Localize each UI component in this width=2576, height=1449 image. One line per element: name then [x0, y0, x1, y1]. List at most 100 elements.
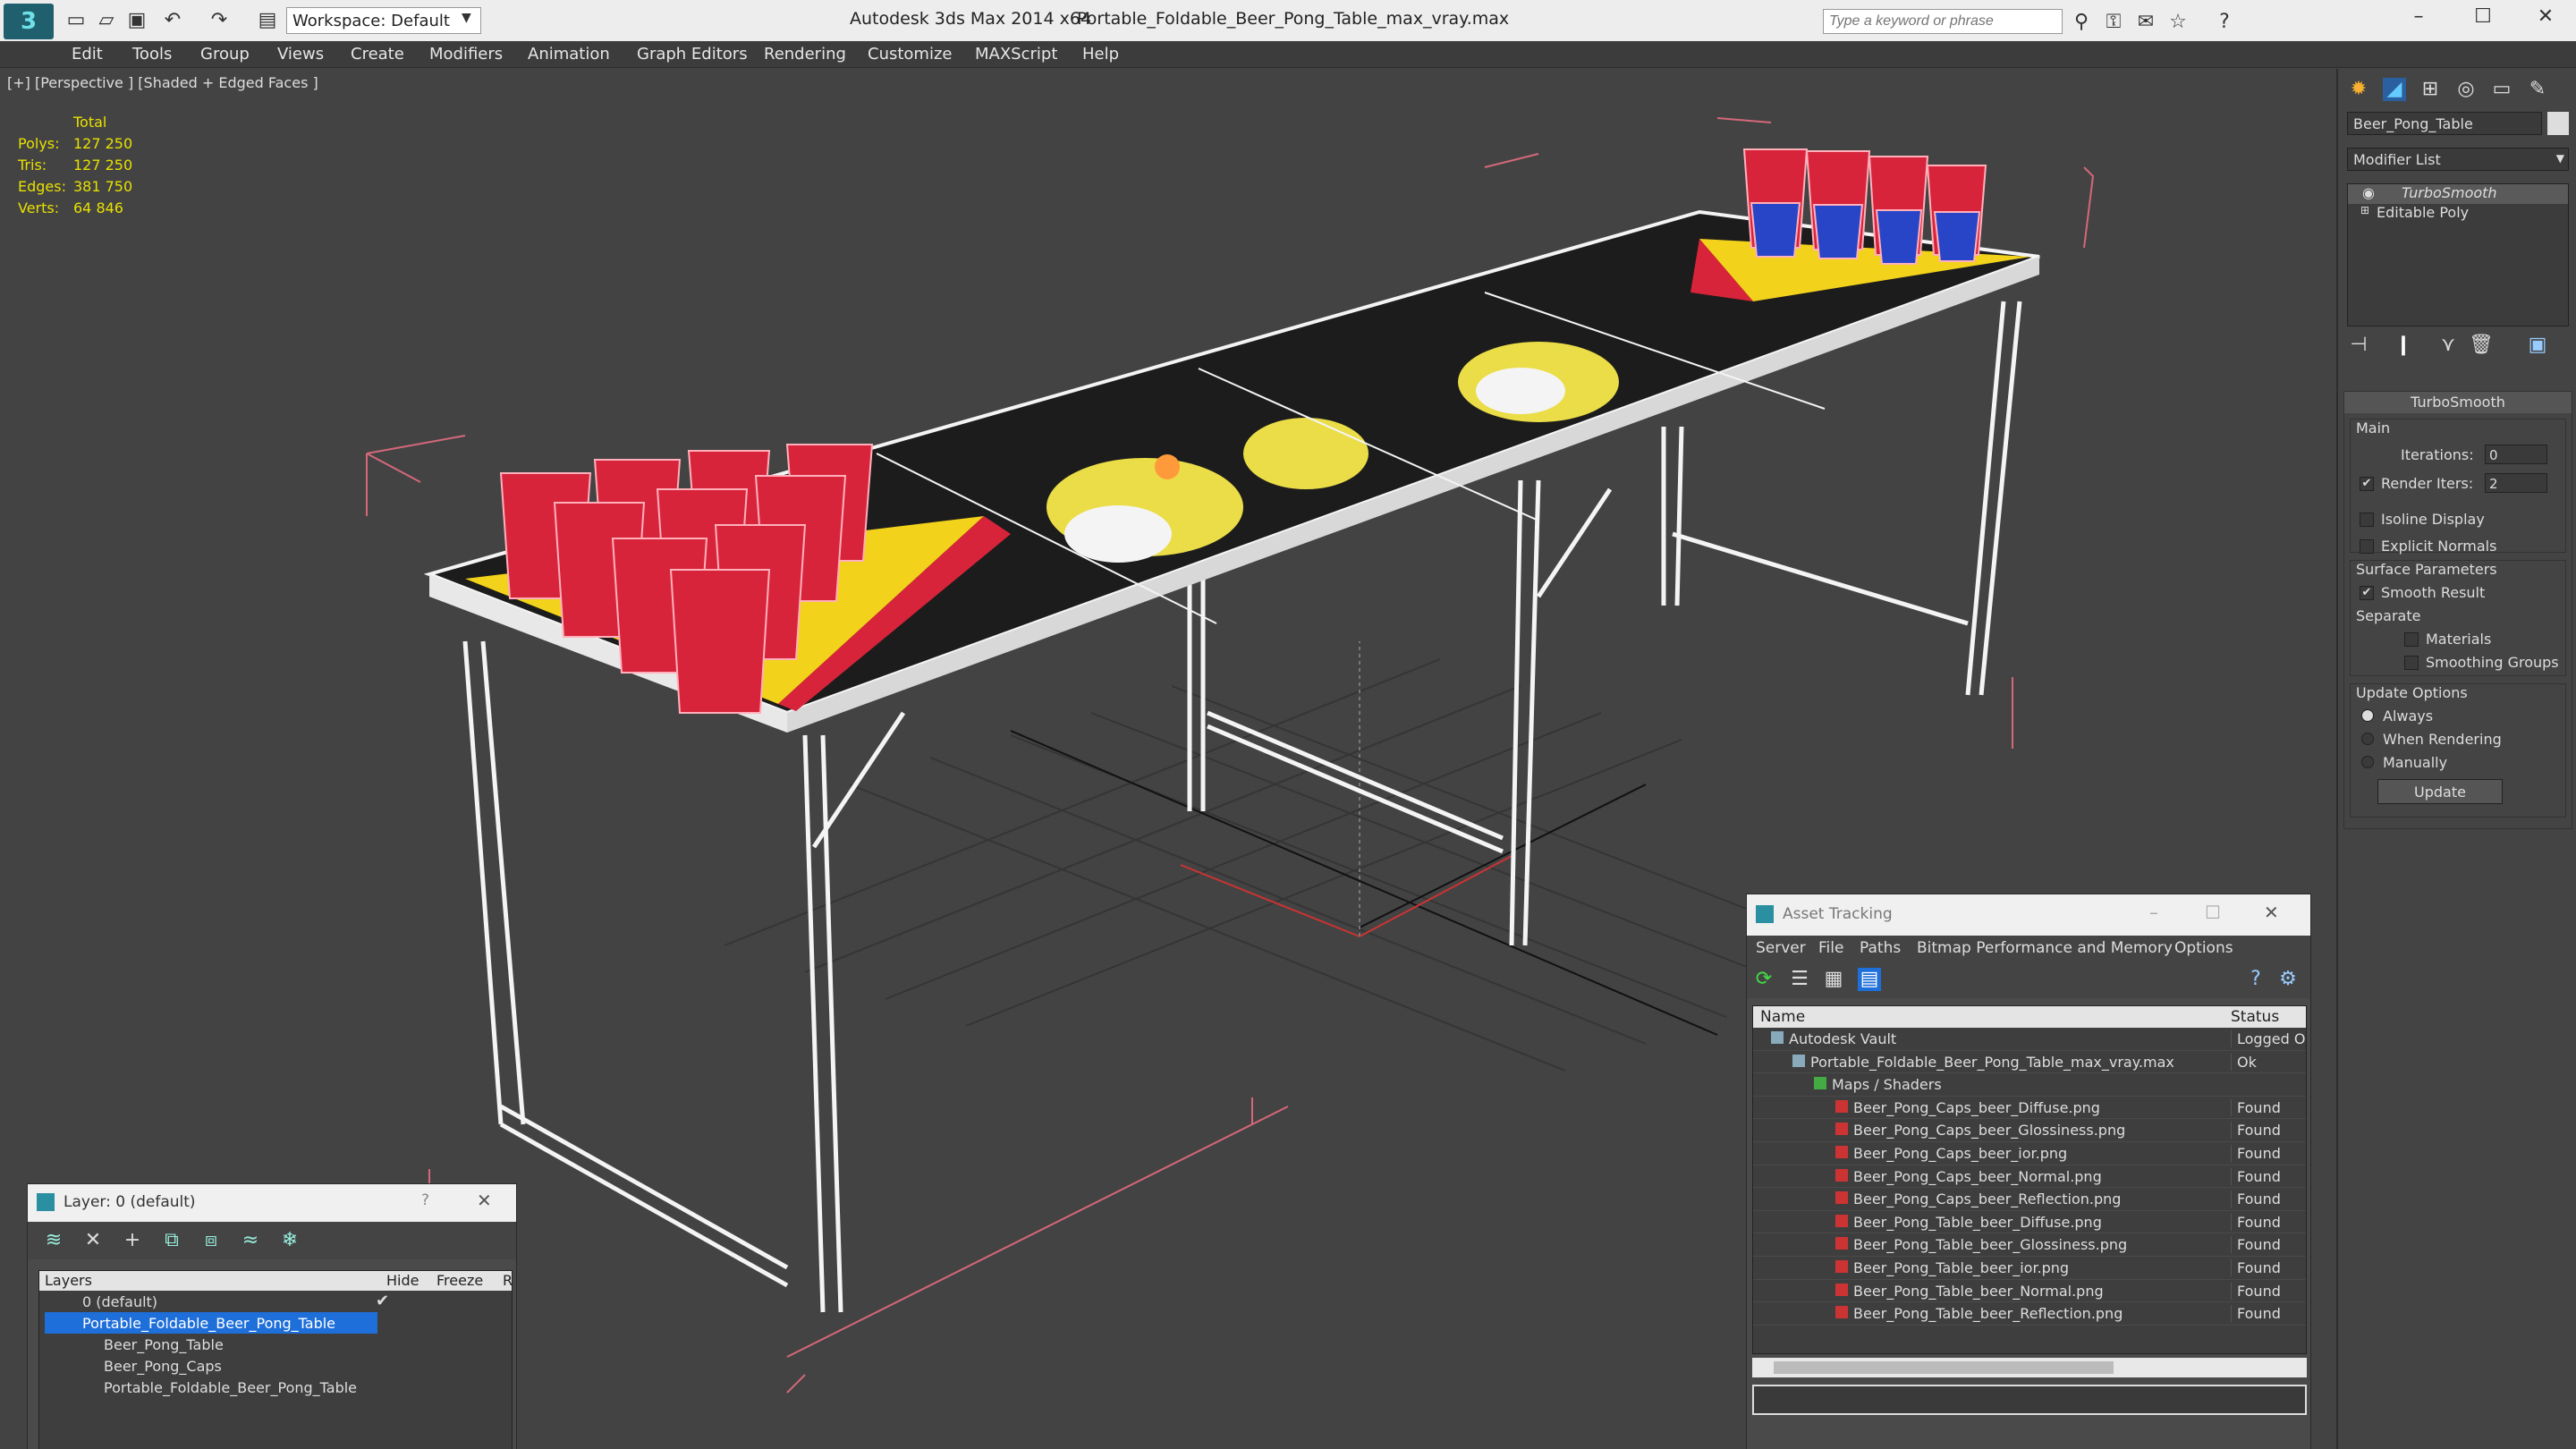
explicit-normals-checkbox[interactable]	[2360, 539, 2374, 554]
refresh-icon[interactable]: ⟳	[1752, 968, 1775, 991]
layer-row[interactable]: Beer_Pong_Table	[39, 1334, 512, 1355]
modifier-list-dropdown[interactable]: Modifier List ▼	[2347, 148, 2569, 171]
communication-icon[interactable]: ✉	[2134, 11, 2157, 34]
asset-menu-file[interactable]: File	[1818, 939, 1843, 957]
lightbulb-icon[interactable]: ◉	[2362, 184, 2375, 201]
help-icon[interactable]: ?	[2213, 11, 2236, 34]
smooth-result-checkbox[interactable]: ✔	[2360, 586, 2374, 600]
modifier-stack[interactable]: ◉ TurboSmooth ⊞ Editable Poly	[2347, 183, 2569, 326]
menu-help[interactable]: Help	[1082, 45, 1119, 64]
search-field[interactable]	[1824, 10, 2062, 33]
asset-close-icon[interactable]: ✕	[2264, 902, 2279, 923]
table-view-icon[interactable]: ▤	[1858, 968, 1881, 991]
col-name[interactable]: Name	[1760, 1008, 1805, 1026]
asset-path-field[interactable]	[1752, 1385, 2307, 1415]
rollout-header[interactable]: TurboSmooth	[2344, 392, 2572, 413]
remove-modifier-icon[interactable]: 🗑	[2469, 334, 2494, 357]
object-color-swatch[interactable]	[2547, 112, 2569, 135]
asset-row[interactable]: Beer_Pong_Caps_beer_Normal.png Found	[1753, 1165, 2306, 1189]
asset-settings-icon[interactable]: ⚙	[2276, 968, 2300, 991]
app-logo-icon[interactable]: 3	[4, 4, 54, 39]
binoculars-icon[interactable]: ⚲	[2070, 11, 2093, 34]
object-name-field[interactable]: Beer_Pong_Table	[2347, 112, 2542, 135]
update-button[interactable]: Update	[2377, 779, 2503, 804]
utilities-tab-icon[interactable]: ✎	[2526, 78, 2549, 101]
asset-table[interactable]: Name Status Autodesk Vault Logged Ou Porta…	[1752, 1005, 2307, 1354]
display-tab-icon[interactable]: ▭	[2490, 78, 2513, 101]
materials-checkbox[interactable]	[2404, 632, 2419, 647]
asset-minimize-icon[interactable]: –	[2149, 902, 2158, 923]
asset-row[interactable]: Beer_Pong_Table_beer_Normal.png Found	[1753, 1280, 2306, 1303]
minimize-icon[interactable]: –	[2401, 5, 2436, 28]
asset-row[interactable]: Beer_Pong_Table_beer_Glossiness.png Found	[1753, 1233, 2306, 1257]
render-iters-spinner[interactable]: 2	[2485, 473, 2547, 493]
pin-stack-icon[interactable]: ⊣	[2347, 334, 2370, 357]
asset-row[interactable]: Beer_Pong_Table_beer_ior.png Found	[1753, 1257, 2306, 1280]
create-tab-icon[interactable]: ✹	[2347, 78, 2370, 101]
menu-customize[interactable]: Customize	[868, 45, 952, 64]
asset-row[interactable]: Beer_Pong_Caps_beer_Glossiness.png Found	[1753, 1119, 2306, 1142]
layer-list[interactable]: Layers Hide Freeze R 0 (default) ✔ Porta…	[38, 1270, 513, 1449]
perspective-viewport[interactable]: [+] [Perspective ] [Shaded + Edged Faces…	[0, 69, 2336, 1449]
highlight-layer-icon[interactable]: ⧈	[199, 1229, 223, 1252]
redo-icon[interactable]: ↷	[208, 9, 231, 32]
workspace-dropdown-arrow-icon[interactable]: ▼	[462, 11, 471, 25]
layer-row-selected[interactable]: Portable_Foldable_Beer_Pong_Table	[45, 1312, 377, 1334]
thumbnail-view-icon[interactable]: ▦	[1822, 968, 1845, 991]
favorites-star-icon[interactable]: ☆	[2166, 11, 2190, 34]
stack-item-editable-poly[interactable]: ⊞ Editable Poly	[2348, 204, 2568, 224]
asset-row[interactable]: Portable_Foldable_Beer_Pong_Table_max_vr…	[1753, 1051, 2306, 1074]
asset-row[interactable]: Autodesk Vault Logged Ou	[1753, 1028, 2306, 1051]
render-iters-checkbox[interactable]: ✔	[2360, 477, 2374, 491]
asset-row[interactable]: Beer_Pong_Table_beer_Reflection.png Found	[1753, 1302, 2306, 1326]
when-rendering-radio[interactable]	[2361, 733, 2374, 745]
asset-menu-bitmap[interactable]: Bitmap Performance and Memory	[1917, 939, 2173, 957]
open-file-icon[interactable]: ▱	[95, 9, 118, 32]
modify-tab-icon[interactable]: ◢	[2383, 78, 2406, 101]
asset-tracking-window[interactable]: Asset Tracking – ☐ ✕ Server File Paths B…	[1746, 894, 2311, 1449]
project-folder-icon[interactable]: ▤	[256, 9, 279, 32]
select-objects-icon[interactable]: ⧉	[160, 1229, 183, 1252]
col-render[interactable]: R	[503, 1272, 513, 1289]
col-freeze[interactable]: Freeze	[436, 1272, 483, 1289]
col-status[interactable]: Status	[2231, 1008, 2279, 1026]
configure-sets-icon[interactable]: ▣	[2526, 334, 2549, 357]
asset-help-icon[interactable]: ?	[2244, 968, 2267, 991]
hide-all-layers-icon[interactable]: ≈	[239, 1229, 262, 1252]
menu-views[interactable]: Views	[277, 45, 324, 64]
layer-row[interactable]: 0 (default) ✔	[39, 1291, 512, 1312]
layer-help-button[interactable]: ?	[421, 1191, 429, 1209]
layer-window[interactable]: Layer: 0 (default) ? ✕ ≋ ✕ + ⧉ ⧈ ≈ ❄ Lay…	[27, 1183, 517, 1449]
asset-row[interactable]: Beer_Pong_Caps_beer_Reflection.png Found	[1753, 1188, 2306, 1211]
menu-modifiers[interactable]: Modifiers	[429, 45, 503, 64]
stack-item-turbosmooth[interactable]: ◉ TurboSmooth	[2348, 184, 2568, 204]
layer-close-icon[interactable]: ✕	[477, 1190, 492, 1211]
isoline-checkbox[interactable]	[2360, 513, 2374, 527]
asset-menu-server[interactable]: Server	[1756, 939, 1806, 957]
menu-edit[interactable]: Edit	[72, 45, 103, 64]
iterations-spinner[interactable]: 0	[2485, 445, 2547, 464]
hierarchy-tab-icon[interactable]: ⊞	[2419, 78, 2442, 101]
asset-row[interactable]: Maps / Shaders	[1753, 1073, 2306, 1097]
menu-tools[interactable]: Tools	[132, 45, 172, 64]
layer-row[interactable]: Beer_Pong_Caps	[39, 1355, 512, 1377]
always-radio[interactable]	[2361, 709, 2374, 722]
smoothing-groups-checkbox[interactable]	[2404, 656, 2419, 670]
motion-tab-icon[interactable]: ◎	[2454, 78, 2478, 101]
list-view-icon[interactable]: ☰	[1788, 968, 1811, 991]
close-icon[interactable]: ✕	[2528, 5, 2563, 28]
menu-group[interactable]: Group	[200, 45, 250, 64]
menu-create[interactable]: Create	[351, 45, 404, 64]
asset-titlebar[interactable]: Asset Tracking – ☐ ✕	[1747, 894, 2310, 936]
show-end-result-icon[interactable]: ❙	[2392, 334, 2415, 357]
create-layer-icon[interactable]: ≋	[42, 1229, 65, 1252]
add-to-layer-icon[interactable]: +	[121, 1229, 144, 1252]
subscription-icon[interactable]: ⚿	[2102, 11, 2125, 34]
col-hide[interactable]: Hide	[386, 1272, 419, 1289]
asset-menu-options[interactable]: Options	[2174, 939, 2233, 957]
menu-maxscript[interactable]: MAXScript	[975, 45, 1057, 64]
make-unique-icon[interactable]: ⋎	[2436, 334, 2460, 357]
freeze-all-layers-icon[interactable]: ❄	[278, 1229, 301, 1252]
maximize-icon[interactable]: ☐	[2465, 5, 2501, 28]
asset-scroll-thumb[interactable]	[1774, 1361, 2114, 1374]
